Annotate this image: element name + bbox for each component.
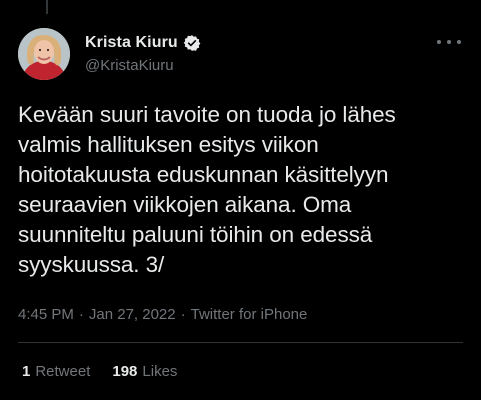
- verified-badge-icon: [183, 34, 201, 52]
- likes-stat[interactable]: 198 Likes: [112, 363, 177, 380]
- tweet-meta: 4:45 PM · Jan 27, 2022 · Twitter for iPh…: [18, 306, 307, 323]
- user-handle[interactable]: @KristaKiuru: [85, 57, 201, 74]
- divider: [18, 342, 463, 343]
- more-dot: [447, 40, 451, 44]
- more-horizontal-icon[interactable]: [437, 34, 461, 50]
- tweet-source[interactable]: Twitter for iPhone: [191, 306, 308, 323]
- tweet-stats: 1 Retweet 198 Likes: [22, 363, 177, 380]
- tweet-text: Kevään suuri tavoite on tuoda jo lähes v…: [18, 102, 396, 277]
- tweet-time[interactable]: 4:45 PM: [18, 306, 74, 323]
- more-dot: [437, 40, 441, 44]
- tweet-header: Krista Kiuru @KristaKiuru: [18, 28, 463, 80]
- retweets-count: 1: [22, 363, 31, 380]
- thread-connector-line: [46, 0, 48, 14]
- author-block: Krista Kiuru @KristaKiuru: [85, 32, 201, 74]
- likes-label: Likes: [142, 363, 178, 380]
- more-dot: [457, 40, 461, 44]
- tweet-detail: Krista Kiuru @KristaKiuru Kevään suuri t…: [0, 0, 481, 400]
- meta-separator: ·: [78, 306, 84, 323]
- retweets-stat[interactable]: 1 Retweet: [22, 363, 90, 380]
- likes-count: 198: [112, 363, 138, 380]
- retweets-label: Retweet: [35, 363, 91, 380]
- meta-separator: ·: [180, 306, 186, 323]
- avatar-image: [18, 28, 70, 80]
- tweet-date[interactable]: Jan 27, 2022: [89, 306, 176, 323]
- name-row: Krista Kiuru: [85, 32, 201, 54]
- display-name[interactable]: Krista Kiuru: [85, 34, 178, 52]
- avatar[interactable]: [18, 28, 70, 80]
